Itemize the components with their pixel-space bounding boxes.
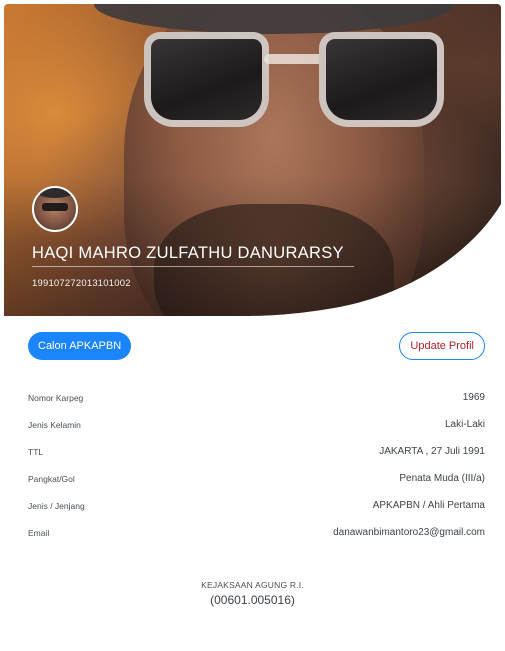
detail-value: Laki-Laki bbox=[444, 419, 485, 430]
profile-details: Nomor Karpeg 1969 Jenis Kelamin Laki-Lak… bbox=[28, 384, 485, 546]
detail-value: Penata Muda (III/a) bbox=[399, 473, 485, 484]
detail-row-karpeg: Nomor Karpeg 1969 bbox=[28, 384, 485, 411]
detail-row-email: Email danawanbimantoro23@gmail.com bbox=[28, 519, 485, 546]
avatar[interactable] bbox=[32, 186, 78, 232]
organization-code: (00601.005016) bbox=[210, 593, 295, 607]
profile-card: HAQI MAHRO ZULFATHU DANURARSY 1991072720… bbox=[0, 0, 505, 651]
profile-name: HAQI MAHRO ZULFATHU DANURARSY bbox=[32, 244, 344, 262]
detail-label: Email bbox=[28, 527, 50, 538]
organization-block: KEJAKSAAN AGUNG R.I. (00601.005016) bbox=[0, 580, 505, 607]
detail-value: 1969 bbox=[462, 392, 485, 403]
detail-row-level: Jenis / Jenjang APKAPBN / Ahli Pertama bbox=[28, 492, 485, 519]
detail-label: TTL bbox=[28, 446, 44, 457]
detail-label: Nomor Karpeg bbox=[28, 392, 84, 403]
detail-row-gender: Jenis Kelamin Laki-Laki bbox=[28, 411, 485, 438]
detail-label: Jenis / Jenjang bbox=[28, 500, 85, 511]
detail-label: Pangkat/Gol bbox=[28, 473, 75, 484]
detail-label: Jenis Kelamin bbox=[28, 419, 81, 430]
profile-nip: 199107272013101002 bbox=[32, 278, 131, 289]
status-button[interactable]: Calon APKAPBN bbox=[28, 332, 132, 360]
organization-name: KEJAKSAAN AGUNG R.I. bbox=[201, 580, 304, 590]
profile-cover-photo: HAQI MAHRO ZULFATHU DANURARSY 1991072720… bbox=[4, 4, 501, 316]
detail-row-ttl: TTL JAKARTA , 27 Juli 1991 bbox=[28, 438, 485, 465]
detail-value: JAKARTA , 27 Juli 1991 bbox=[379, 446, 485, 457]
name-divider bbox=[32, 266, 354, 267]
update-profile-button[interactable]: Update Profil bbox=[399, 332, 485, 360]
detail-row-rank: Pangkat/Gol Penata Muda (III/a) bbox=[28, 465, 485, 492]
detail-value: danawanbimantoro23@gmail.com bbox=[333, 527, 485, 538]
detail-value: APKAPBN / Ahli Pertama bbox=[372, 500, 485, 511]
cover-wave-shape bbox=[4, 204, 501, 316]
